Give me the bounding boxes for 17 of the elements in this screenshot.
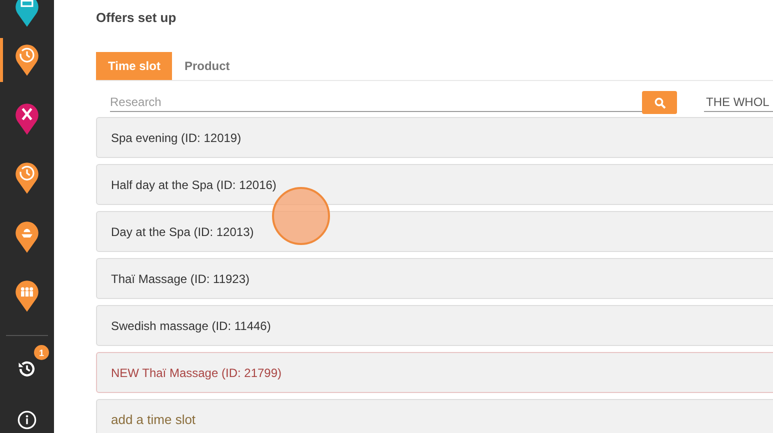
offer-row[interactable]: Spa evening (ID: 12019): [96, 117, 773, 158]
search-icon: [654, 96, 666, 108]
offer-row[interactable]: Thaï Massage (ID: 11923): [96, 258, 773, 299]
clock-pin-icon: [16, 162, 38, 194]
people-pin-icon: [16, 280, 38, 312]
add-row[interactable]: add a time slot: [96, 399, 773, 433]
dish-pin-icon: [16, 222, 38, 253]
info-icon[interactable]: [17, 410, 37, 430]
offer-row[interactable]: Day at the Spa (ID: 12013): [96, 211, 773, 252]
page-title: Offers set up: [96, 10, 178, 25]
offer-row[interactable]: Swedish massage (ID: 11446): [96, 305, 773, 346]
notification-badge: 1: [34, 345, 49, 360]
tab[interactable]: Product: [172, 52, 242, 80]
clock-pin-icon: [16, 44, 38, 76]
cutlery-pin-icon: [16, 104, 38, 135]
bed-pin-icon: [16, 0, 38, 27]
offer-row[interactable]: Half day at the Spa (ID: 12016): [96, 164, 773, 205]
